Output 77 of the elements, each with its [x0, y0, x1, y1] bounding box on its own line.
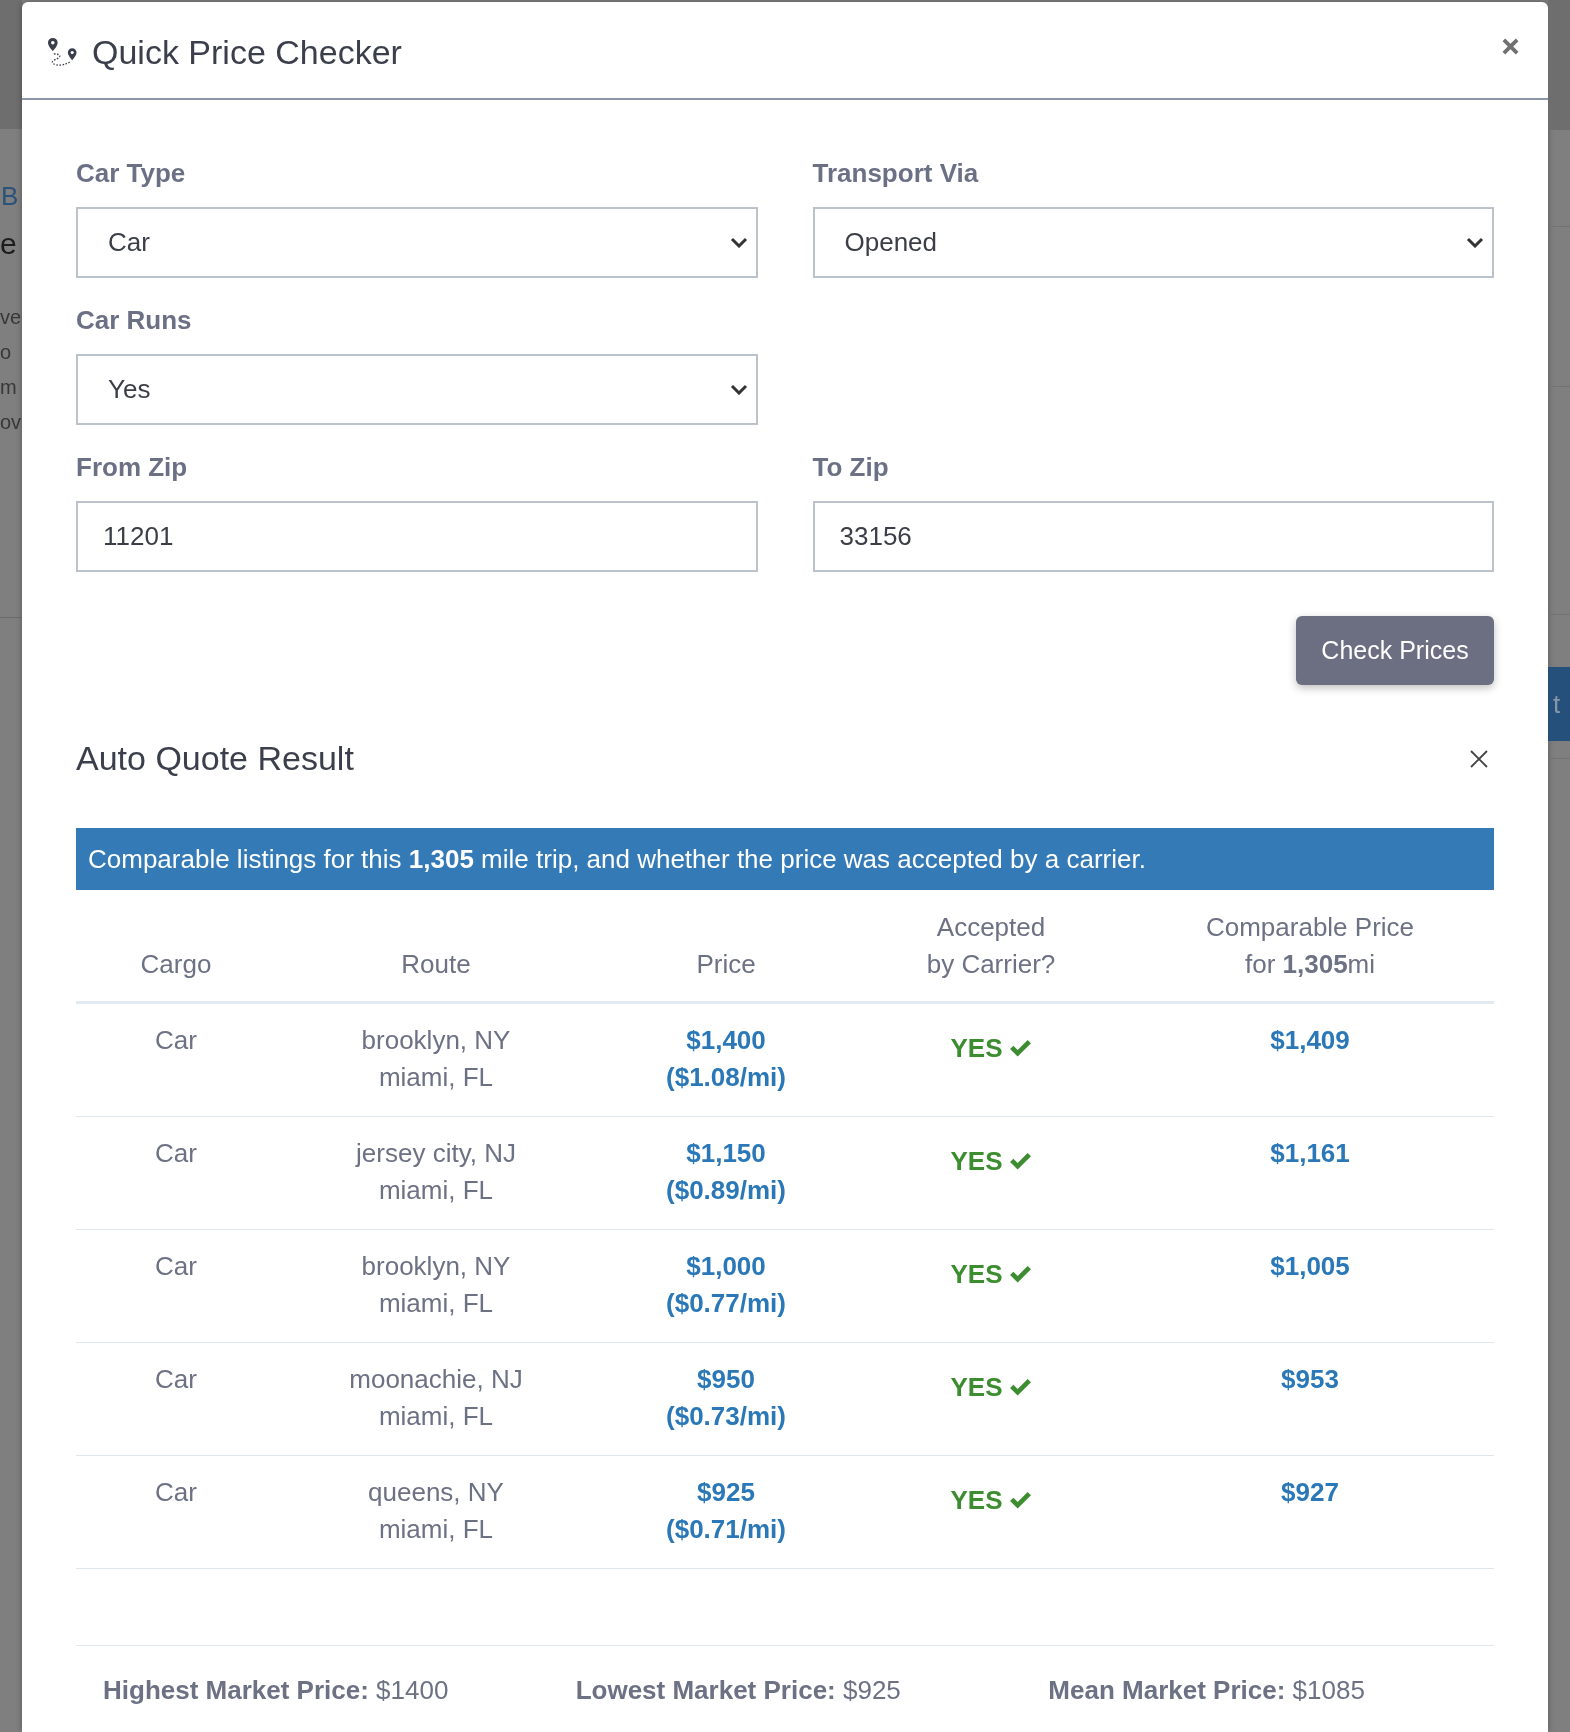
background-text: m — [0, 375, 17, 400]
route-origin-text: brooklyn, NY — [361, 1251, 511, 1281]
route-destination-text: miami, FL — [378, 1288, 494, 1318]
route-destination-text: miami, FL — [378, 1401, 494, 1431]
background-text: o — [0, 340, 12, 365]
text-input[interactable]: 33156 — [812, 501, 1494, 572]
column-header: Comparable Price for 1,305mi — [1126, 890, 1494, 1003]
column-header: Price — [596, 890, 856, 1003]
comparable-price-text: $953 — [1281, 1364, 1339, 1394]
column-header: Accepted by Carrier? — [856, 890, 1126, 1003]
comparable-price-text: $1,409 — [1270, 1025, 1350, 1055]
comparable-price-text: $1,161 — [1270, 1138, 1350, 1168]
check-icon — [1008, 1491, 1032, 1510]
price-per-mile-text: ($0.77/mi) — [666, 1288, 786, 1318]
check-icon — [1008, 1152, 1032, 1171]
dropdown[interactable]: Car — [76, 207, 758, 278]
cargo-text: Car — [155, 1364, 197, 1394]
dropdown[interactable]: Yes — [76, 354, 758, 425]
accepted-status: YES — [950, 1258, 1003, 1291]
field-label: From Zip — [76, 451, 188, 484]
dialog-title: Quick Price Checker — [92, 32, 403, 73]
comparable-price-text: $1,005 — [1270, 1251, 1350, 1281]
price-per-mile-text: ($0.89/mi) — [666, 1175, 786, 1205]
column-header: Route — [276, 890, 596, 1003]
check-icon — [1008, 1265, 1032, 1284]
column-header: Cargo — [76, 890, 276, 1003]
background-text: ve — [0, 305, 22, 330]
accepted-status: YES — [950, 1484, 1003, 1517]
route-origin-text: queens, NY — [368, 1477, 504, 1507]
route-destination-text: miami, FL — [378, 1175, 494, 1205]
route-destination-text: miami, FL — [378, 1514, 494, 1544]
close-button[interactable] — [1502, 37, 1519, 55]
route-origin-text: brooklyn, NY — [361, 1025, 511, 1055]
submit-button[interactable]: Check Prices — [1296, 616, 1494, 685]
background-text: ov — [0, 410, 22, 435]
market-stat: Mean Market Price: $1085 — [1048, 1674, 1365, 1707]
price-text: $925 — [697, 1477, 755, 1507]
price-per-mile-text: ($0.71/mi) — [666, 1514, 786, 1544]
chevron-down-icon — [729, 237, 748, 248]
chevron-down-icon — [729, 384, 748, 395]
price-text: $1,400 — [686, 1025, 766, 1055]
cargo-text: Car — [155, 1025, 197, 1055]
close-icon — [1470, 749, 1488, 768]
cargo-text: Car — [155, 1477, 197, 1507]
market-stat: Highest Market Price: $1400 — [103, 1674, 449, 1707]
route-origin-text: jersey city, NJ — [356, 1138, 516, 1168]
background-text: e — [0, 226, 17, 262]
map-route-icon — [47, 37, 78, 67]
cargo-text: Car — [155, 1251, 197, 1281]
background-text: B — [1, 180, 19, 213]
price-text: $1,150 — [686, 1138, 766, 1168]
close-button[interactable] — [1470, 749, 1488, 768]
field-label: Transport Via — [812, 157, 979, 190]
price-per-mile-text: ($0.73/mi) — [666, 1401, 786, 1431]
field-label: Car Type — [76, 157, 186, 190]
route-destination-text: miami, FL — [378, 1062, 494, 1092]
price-text: $950 — [697, 1364, 755, 1394]
text-input[interactable]: 11201 — [76, 501, 758, 572]
price-text: $1,000 — [686, 1251, 766, 1281]
field-label: Car Runs — [76, 304, 192, 337]
route-origin-text: moonachie, NJ — [349, 1364, 523, 1394]
cargo-text: Car — [155, 1138, 197, 1168]
background-bar: t — [1548, 667, 1570, 741]
dropdown[interactable]: Opened — [812, 207, 1494, 278]
info-banner: Comparable listings for this 1,305 mile trip, and whether the price was accepted by a carrier. — [76, 828, 1494, 890]
check-icon — [1008, 1039, 1032, 1058]
accepted-status: YES — [950, 1032, 1003, 1065]
field-label: To Zip — [812, 451, 889, 484]
accepted-status: YES — [950, 1145, 1003, 1178]
comparable-price-text: $927 — [1281, 1477, 1339, 1507]
chevron-down-icon — [1466, 237, 1484, 248]
close-icon — [1502, 37, 1519, 55]
price-per-mile-text: ($1.08/mi) — [666, 1062, 786, 1092]
check-icon — [1008, 1378, 1032, 1397]
market-stat: Lowest Market Price: $925 — [575, 1674, 901, 1707]
accepted-status: YES — [950, 1371, 1003, 1404]
section-title: Auto Quote Result — [76, 738, 354, 779]
